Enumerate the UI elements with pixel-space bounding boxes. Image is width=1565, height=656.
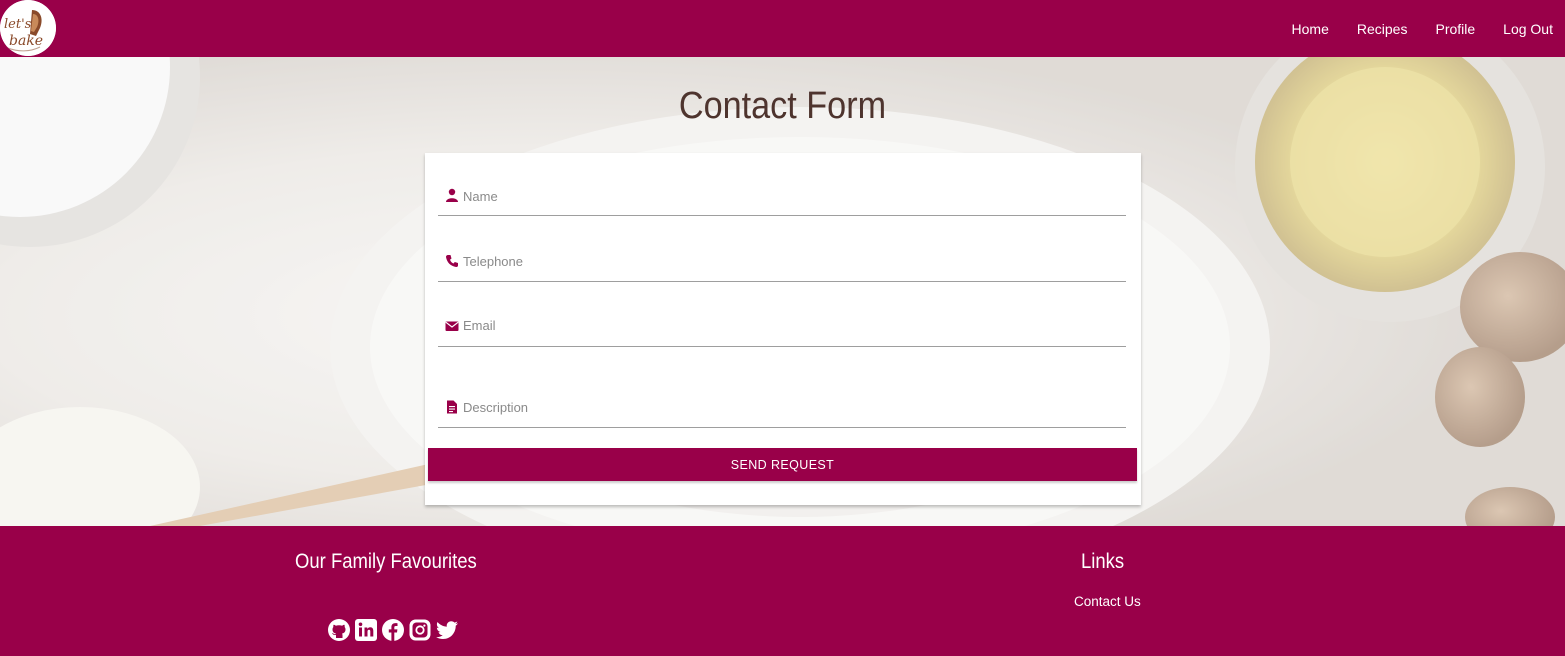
navbar: let's bake Home Recipes Profile Log Out bbox=[0, 0, 1565, 57]
telephone-field[interactable] bbox=[463, 250, 1103, 272]
svg-text:bake: bake bbox=[9, 33, 43, 49]
email-field-underline bbox=[438, 346, 1126, 347]
github-icon[interactable] bbox=[327, 618, 351, 642]
linkedin-icon[interactable] bbox=[354, 618, 378, 642]
instagram-icon[interactable] bbox=[408, 618, 432, 642]
contact-form: SEND REQUEST bbox=[425, 153, 1141, 505]
social-links bbox=[327, 618, 462, 642]
contact-us-link[interactable]: Contact Us bbox=[1074, 594, 1141, 609]
facebook-icon[interactable] bbox=[381, 618, 405, 642]
phone-icon bbox=[445, 255, 458, 268]
twitter-icon[interactable] bbox=[435, 618, 459, 642]
nav-link-home[interactable]: Home bbox=[1292, 21, 1329, 37]
hero-section: Contact Form SEND REQUEST bbox=[0, 57, 1565, 526]
name-field-underline bbox=[438, 215, 1126, 216]
nav-link-recipes[interactable]: Recipes bbox=[1357, 21, 1408, 37]
favourites-heading: Our Family Favourites bbox=[295, 550, 477, 573]
envelope-icon bbox=[445, 321, 459, 331]
email-field[interactable] bbox=[463, 314, 1103, 336]
telephone-field-underline bbox=[438, 281, 1126, 282]
links-heading: Links bbox=[1081, 550, 1125, 573]
logo-image: let's bake bbox=[0, 0, 56, 56]
document-icon bbox=[447, 400, 457, 414]
footer: Our Family Favourites Links Contact Us bbox=[0, 526, 1565, 656]
name-field[interactable] bbox=[463, 185, 1103, 207]
svg-text:let's: let's bbox=[4, 17, 32, 32]
description-field-underline bbox=[438, 427, 1126, 428]
description-field[interactable] bbox=[463, 396, 1103, 418]
logo[interactable]: let's bake bbox=[0, 0, 56, 56]
nav-link-logout[interactable]: Log Out bbox=[1503, 21, 1553, 37]
nav-link-profile[interactable]: Profile bbox=[1435, 21, 1475, 37]
person-icon bbox=[446, 188, 458, 202]
page-title: Contact Form bbox=[678, 85, 887, 127]
nav-links: Home Recipes Profile Log Out bbox=[1264, 0, 1553, 57]
send-request-button[interactable]: SEND REQUEST bbox=[428, 448, 1137, 481]
